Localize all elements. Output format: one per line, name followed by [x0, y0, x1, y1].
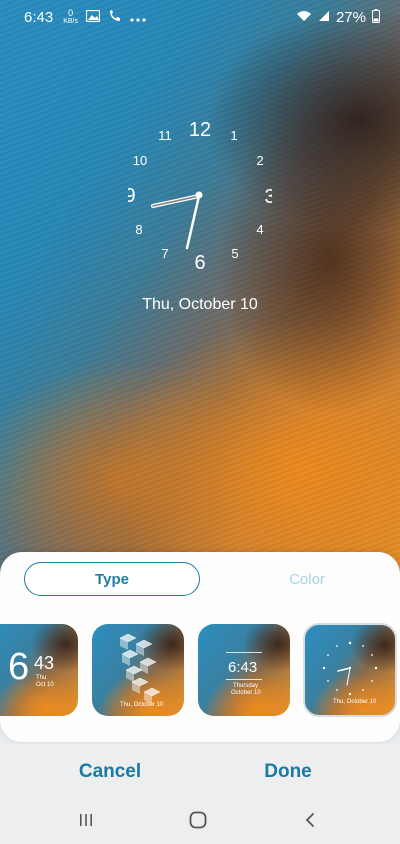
- thumb-hour: 6: [8, 646, 30, 688]
- clock-number-1: 1: [230, 128, 237, 143]
- clock-hour-hand-inner: [152, 195, 200, 207]
- thumb-date: Oct 10: [36, 682, 54, 688]
- clock-minute-hand: [185, 194, 201, 250]
- back-icon: [306, 813, 314, 827]
- footer: Cancel Done: [0, 744, 400, 844]
- thumb-date: Thu, October 10: [120, 702, 164, 708]
- clock-number-7: 7: [161, 246, 168, 261]
- clock-style-thumbnail-cubes[interactable]: Thu, October 10: [92, 624, 184, 716]
- recent-apps-button[interactable]: [66, 808, 106, 832]
- clock-number-3: 3: [264, 186, 272, 208]
- back-button[interactable]: [290, 808, 330, 832]
- clock-number-4: 4: [256, 222, 263, 237]
- network-speed-value: 0: [68, 8, 74, 18]
- thumb-day: Thu: [36, 675, 47, 681]
- home-icon: [189, 811, 207, 829]
- signal-icon: [318, 9, 330, 25]
- clock-center: [195, 191, 203, 199]
- clock-number-11: 11: [158, 128, 172, 143]
- more-dots-icon: [130, 9, 146, 25]
- status-right-icons: 27%: [296, 8, 380, 26]
- image-icon: [85, 9, 101, 25]
- clock-style-thumbnail-digital-lines[interactable]: 6:43 Thursday October 10: [198, 624, 290, 716]
- thumb-date: October 10: [231, 690, 261, 696]
- clock-style-panel: Type Color 6 43 Thu Oct 10 Thu, October …: [0, 552, 400, 742]
- home-button[interactable]: [178, 808, 218, 832]
- clock-style-thumbnail-analog-selected[interactable]: Thu, October 10: [303, 623, 397, 717]
- lock-screen-clock: 12 1 2 3 4 5 6 7 8 9 10 11: [128, 116, 272, 276]
- clock-number-8: 8: [135, 222, 142, 237]
- lock-screen-date: Thu, October 10: [142, 296, 258, 313]
- clock-number-5: 5: [231, 246, 238, 261]
- network-speed: 0 KB/s: [63, 8, 78, 26]
- thumb-divider-top: [226, 652, 262, 653]
- network-speed-unit: KB/s: [63, 18, 78, 25]
- navigation-bar: [0, 800, 400, 840]
- thumb-divider-bottom: [226, 679, 262, 680]
- thumb-minute: 43: [34, 653, 55, 673]
- status-bar: 6:43 0 KB/s 27%: [0, 0, 400, 34]
- status-left-icons: 0 KB/s: [63, 9, 146, 25]
- recent-apps-icon: [80, 814, 92, 826]
- tab-color[interactable]: Color: [220, 562, 394, 596]
- thumb-day: Thursday: [233, 683, 259, 689]
- battery-icon: [372, 8, 380, 26]
- clock-number-12: 12: [189, 119, 211, 141]
- wifi-call-icon: [108, 9, 122, 25]
- wifi-icon: [296, 9, 312, 25]
- battery-percent: 27%: [335, 8, 366, 26]
- clock-number-6: 6: [194, 252, 205, 274]
- status-time: 6:43: [24, 8, 54, 26]
- thumb-date: Thu, October 10: [333, 699, 377, 705]
- tab-type[interactable]: Type: [24, 562, 200, 596]
- clock-number-2: 2: [256, 153, 263, 168]
- thumb-time: 6:43: [228, 659, 258, 676]
- clock-number-9: 9: [128, 185, 136, 207]
- clock-number-10: 10: [133, 153, 147, 168]
- clock-style-thumbnail-digital-large[interactable]: 6 43 Thu Oct 10: [0, 624, 78, 716]
- done-button[interactable]: Done: [228, 758, 348, 786]
- cancel-button[interactable]: Cancel: [50, 758, 170, 786]
- analog-clock-face: 12 1 2 3 4 5 6 7 8 9 10 11: [128, 119, 272, 274]
